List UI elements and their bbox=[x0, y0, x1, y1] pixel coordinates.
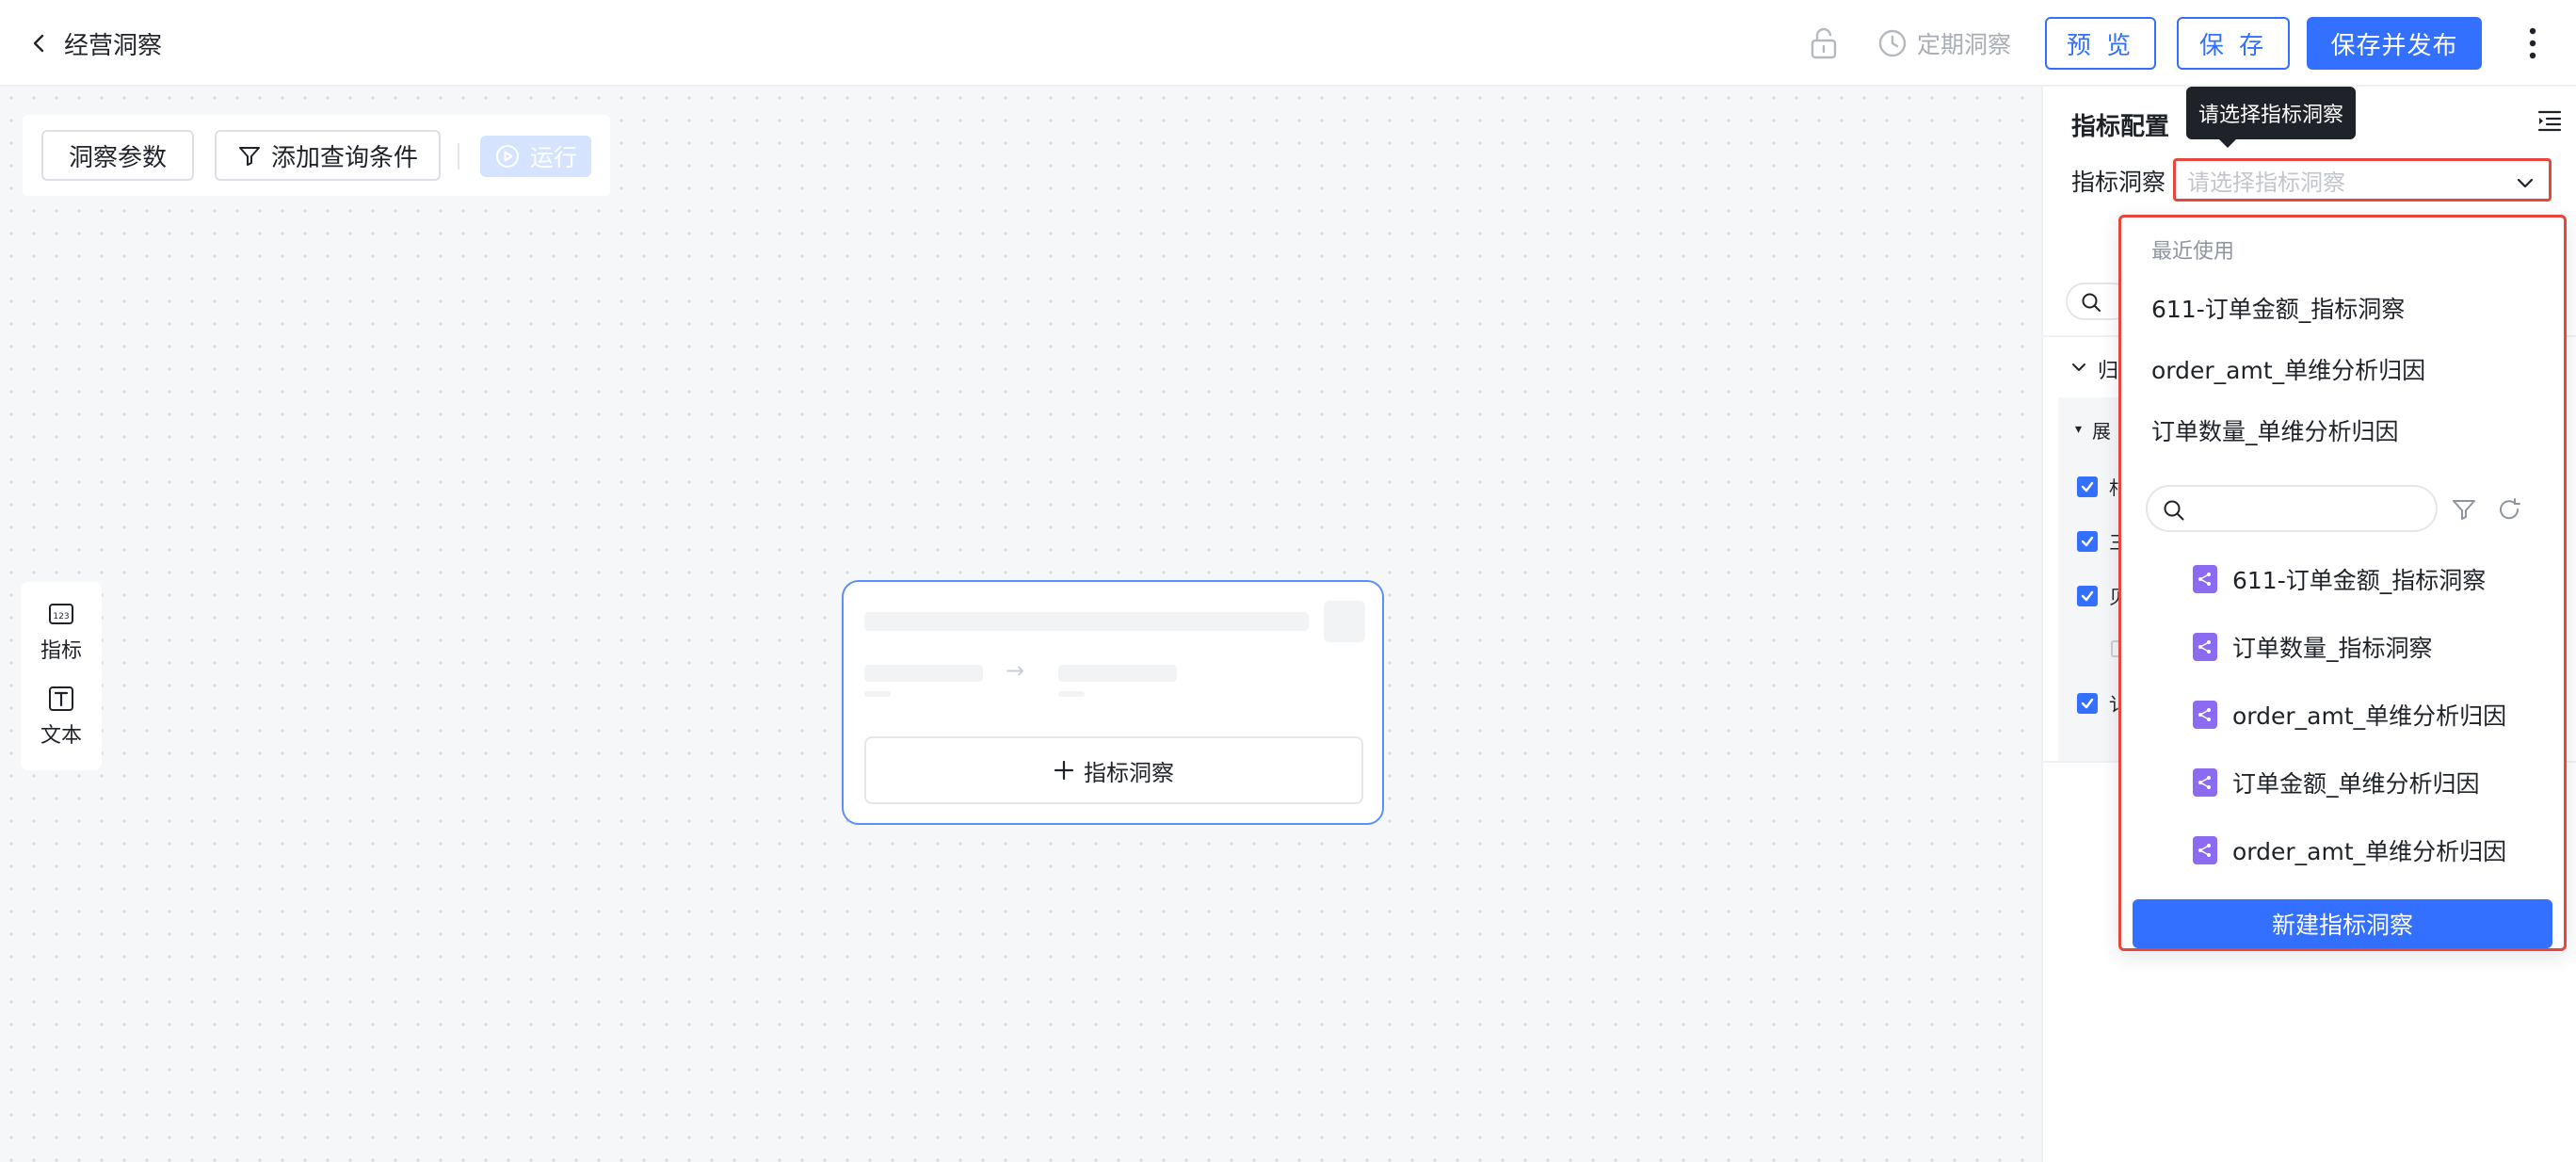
insight-list-item-label: order_amt_单维分析归因 bbox=[2232, 838, 2507, 865]
check-icon bbox=[2081, 590, 2094, 602]
save-and-publish-button[interactable]: 保存并发布 bbox=[2307, 17, 2482, 70]
svg-text:123: 123 bbox=[53, 612, 69, 621]
search-icon bbox=[2082, 293, 2101, 312]
insight-node-card[interactable]: → 指标洞察 bbox=[842, 580, 1384, 825]
insight-list-item-label: 订单数量_指标洞察 bbox=[2232, 635, 2433, 662]
dropdown-search-input[interactable] bbox=[2146, 485, 2438, 532]
panel-title: 指标配置 bbox=[2071, 113, 2170, 141]
checkbox-option-4[interactable] bbox=[2077, 693, 2098, 714]
insight-list-item[interactable]: order_amt_单维分析归因 bbox=[2193, 696, 2506, 734]
insight-file-icon bbox=[2193, 633, 2217, 661]
insight-file-icon bbox=[2193, 565, 2217, 593]
skeleton-left-sub bbox=[864, 691, 891, 697]
chevron-left-icon bbox=[33, 34, 44, 53]
play-circle-icon bbox=[495, 145, 519, 168]
section-title-partial: 归 bbox=[2098, 360, 2119, 383]
check-icon bbox=[2081, 481, 2094, 492]
recent-section-title: 最近使用 bbox=[2151, 240, 2235, 264]
caret-down-icon: ▾ bbox=[2075, 422, 2083, 437]
page-title: 经营洞察 bbox=[64, 31, 163, 60]
component-palette: 123 指标 文本 bbox=[21, 582, 102, 770]
checkbox-option-1[interactable] bbox=[2077, 476, 2098, 497]
insight-list-item-label: order_amt_单维分析归因 bbox=[2232, 702, 2507, 730]
insight-params-button[interactable]: 洞察参数 bbox=[41, 130, 194, 181]
clock-icon bbox=[1878, 29, 1907, 57]
metric-insight-select[interactable]: 请选择指标洞察 bbox=[2173, 158, 2552, 202]
insight-list-item-label: 611-订单金额_指标洞察 bbox=[2232, 567, 2487, 594]
insight-list-item[interactable]: 611-订单金额_指标洞察 bbox=[2193, 560, 2486, 598]
add-query-condition-label: 添加查询条件 bbox=[270, 143, 418, 172]
checkbox-option-3[interactable] bbox=[2077, 586, 2098, 606]
toolbar-divider bbox=[458, 143, 459, 169]
collapse-chevron-icon[interactable] bbox=[2069, 358, 2088, 377]
insight-file-icon bbox=[2193, 701, 2217, 729]
plus-icon bbox=[1054, 760, 1074, 781]
palette-metric-label: 指标 bbox=[40, 639, 82, 663]
insight-list-item[interactable]: 订单数量_指标洞察 bbox=[2193, 628, 2433, 666]
add-metric-insight-label: 指标洞察 bbox=[1084, 759, 1174, 786]
skeleton-right-value bbox=[1058, 665, 1177, 682]
insight-params-label: 洞察参数 bbox=[68, 143, 167, 172]
skeleton-left-value bbox=[864, 665, 983, 682]
palette-text-tool[interactable]: 文本 bbox=[21, 676, 102, 757]
lock-icon[interactable] bbox=[1808, 26, 1840, 60]
run-button[interactable]: 运行 bbox=[480, 136, 591, 177]
skeleton-title bbox=[864, 612, 1309, 631]
skeleton-right-sub bbox=[1058, 691, 1085, 697]
skeleton-square bbox=[1324, 601, 1365, 642]
insight-list-item-label: 订单金额_单维分析归因 bbox=[2232, 770, 2480, 798]
create-metric-insight-button[interactable]: 新建指标洞察 bbox=[2133, 899, 2552, 948]
add-query-condition-button[interactable]: 添加查询条件 bbox=[215, 130, 441, 181]
more-vertical-icon[interactable] bbox=[2521, 23, 2544, 64]
search-icon bbox=[2164, 500, 2184, 521]
chevron-down-icon bbox=[2517, 178, 2534, 188]
schedule-label: 定期洞察 bbox=[1917, 31, 2012, 58]
insight-file-icon bbox=[2193, 768, 2217, 797]
checkbox-option-2[interactable] bbox=[2077, 531, 2098, 552]
schedule-insight-button[interactable]: 定期洞察 bbox=[1877, 24, 2011, 62]
recent-item[interactable]: order_amt_单维分析归因 bbox=[2151, 352, 2425, 386]
palette-text-label: 文本 bbox=[40, 724, 82, 748]
canvas-toolbar: 洞察参数 添加查询条件 运行 bbox=[23, 115, 610, 196]
recent-item[interactable]: 611-订单金额_指标洞察 bbox=[2151, 291, 2405, 325]
menu-indent-icon[interactable] bbox=[2536, 107, 2563, 134]
save-button[interactable]: 保 存 bbox=[2177, 17, 2290, 70]
insight-list-item[interactable]: 订单金额_单维分析归因 bbox=[2193, 764, 2480, 801]
metric-icon: 123 bbox=[49, 604, 73, 624]
check-icon bbox=[2081, 698, 2094, 709]
preview-button[interactable]: 预 览 bbox=[2045, 17, 2156, 70]
run-label: 运行 bbox=[529, 144, 577, 171]
select-placeholder: 请选择指标洞察 bbox=[2187, 169, 2345, 196]
recent-item[interactable]: 订单数量_单维分析归因 bbox=[2151, 413, 2399, 447]
arrow-right-icon: → bbox=[1006, 657, 1025, 684]
check-icon bbox=[2081, 536, 2094, 547]
palette-metric-tool[interactable]: 123 指标 bbox=[21, 591, 102, 672]
insight-list-item[interactable]: order_amt_单维分析归因 bbox=[2193, 831, 2506, 869]
metric-insight-dropdown: 最近使用 611-订单金额_指标洞察 order_amt_单维分析归因 订单数量… bbox=[2118, 215, 2567, 951]
canvas[interactable]: 洞察参数 添加查询条件 运行 123 指标 文本 → 指标洞察 bbox=[0, 87, 2041, 1162]
metric-insight-field-label: 指标洞察 bbox=[2071, 169, 2166, 196]
filter-icon bbox=[238, 147, 260, 166]
back-button[interactable]: 经营洞察 bbox=[28, 23, 162, 64]
display-label-partial: 展 bbox=[2092, 420, 2111, 443]
insight-file-icon bbox=[2193, 836, 2217, 864]
text-icon bbox=[49, 686, 73, 711]
add-metric-insight-button[interactable]: 指标洞察 bbox=[864, 736, 1363, 804]
filter-icon[interactable] bbox=[2451, 496, 2477, 523]
top-bar: 经营洞察 定期洞察 预 览 保 存 保存并发布 bbox=[0, 0, 2576, 87]
refresh-icon[interactable] bbox=[2496, 496, 2522, 523]
select-tooltip: 请选择指标洞察 bbox=[2186, 87, 2356, 148]
